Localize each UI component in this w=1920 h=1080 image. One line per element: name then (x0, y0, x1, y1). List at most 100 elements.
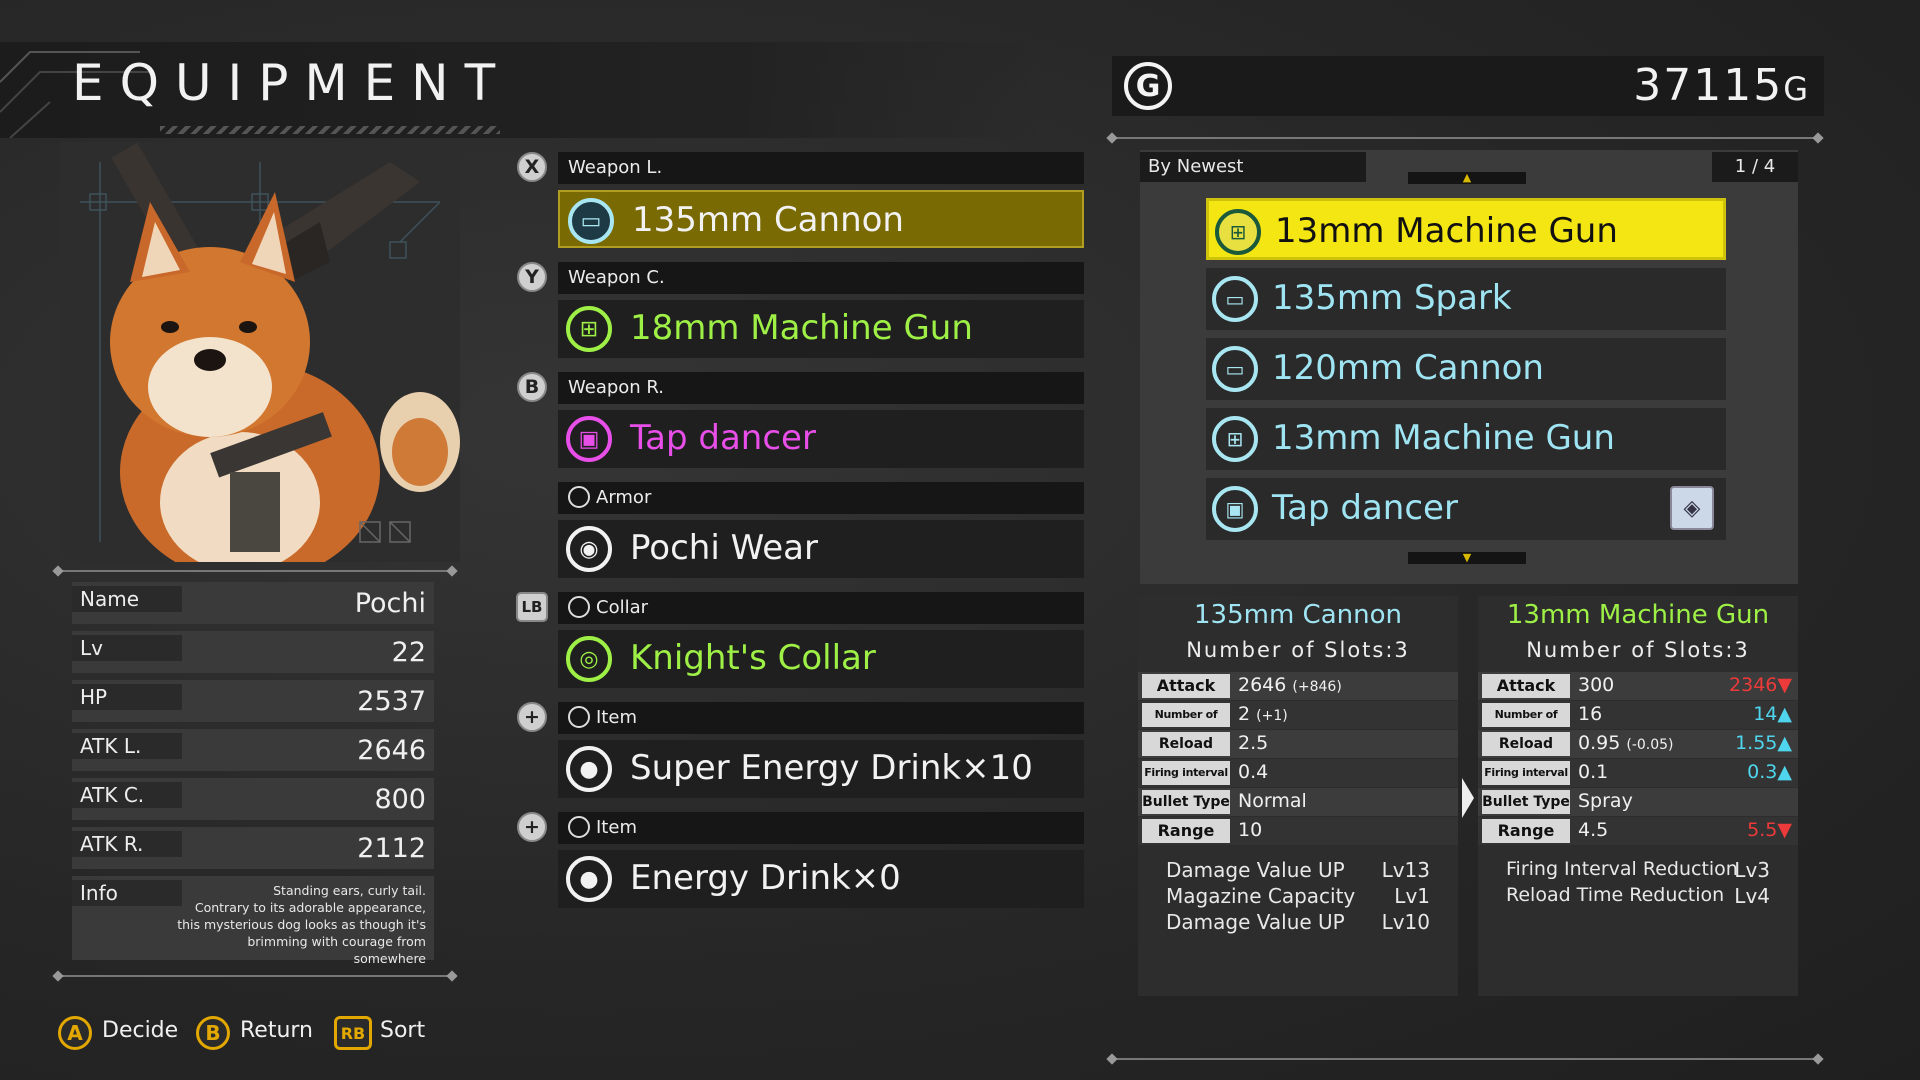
stat-compare-value: 2346 (1729, 674, 1778, 696)
slot-weapon-c[interactable]: ⊞ 18mm Machine Gun (558, 300, 1084, 358)
list-item[interactable]: ▭ 135mm Spark (1206, 268, 1726, 330)
slot-header-item-1: Item (558, 702, 1084, 734)
status-value: 800 (374, 784, 426, 815)
stat-row-firing: Firing interval 0.1 0.3▲ (1478, 759, 1798, 787)
up-arrow-icon: ▲ (1777, 703, 1792, 725)
stat-value: 2646 (+846) (1238, 674, 1342, 696)
skill-name: Magazine Capacity (1166, 884, 1356, 908)
stat-value: 10 (1238, 819, 1263, 841)
status-label: ATK L. (72, 733, 182, 759)
status-row-atk-l: ATK L. 2646 (72, 729, 434, 771)
slot-header-weapon-c: Weapon C. (558, 262, 1084, 294)
stat-value: Spray (1578, 790, 1633, 812)
info-line: Standing ears, curly tail. (273, 883, 426, 898)
skill-name: Firing Interval Reduction (1506, 858, 1738, 880)
stat-row-attack: Attack 300 2346▼ (1478, 672, 1798, 700)
armor-icon: ◉ (566, 526, 612, 572)
compare-slot-count: Number of Slots:3 (1526, 638, 1750, 662)
stat-row-reload: Reload Time 2.5 (1138, 730, 1458, 776)
slot-header-label: Item (596, 817, 637, 838)
list-item[interactable]: ▭ 120mm Cannon (1206, 338, 1726, 400)
slot-header-label: Collar (596, 597, 649, 618)
compare-item-name: 135mm Cannon (1194, 600, 1402, 630)
b-button-icon[interactable]: B (196, 1016, 230, 1050)
status-row-name: Name Pochi (72, 582, 434, 624)
stat-row-bullet-type: Bullet Type Spray (1478, 788, 1798, 816)
return-label[interactable]: Return (240, 1018, 313, 1043)
rb-button-icon[interactable]: RB (334, 1016, 372, 1050)
stat-compare-value: 1.55 (1735, 732, 1778, 754)
scroll-down-icon[interactable]: ▼ (1408, 552, 1526, 564)
gold-coin-icon: G (1124, 62, 1172, 110)
list-item-name: 13mm Machine Gun (1272, 418, 1615, 458)
list-item-name: 120mm Cannon (1272, 348, 1544, 388)
status-value: 2112 (357, 833, 426, 864)
stat-key: Reload Time (1142, 732, 1230, 776)
slot-item-name: Super Energy Drink×10 (630, 748, 1033, 788)
stat-value: 0.4 (1238, 761, 1269, 783)
slot-collar[interactable]: ◎ Knight's Collar (558, 630, 1084, 688)
scroll-up-icon[interactable]: ▲ (1408, 172, 1526, 184)
skill-name: Reload Time Reduction (1506, 884, 1725, 906)
list-item[interactable]: ▣ Tap dancer ◈ (1206, 478, 1726, 540)
stat-value: 4.5 (1578, 819, 1609, 841)
stat-row-range: Range 4.5 5.5▼ (1478, 817, 1798, 845)
stat-value-delta: (+846) (1292, 679, 1342, 695)
info-line: this mysterious dog looks as though it's (177, 917, 426, 932)
gold-value: 37115 (1633, 60, 1784, 111)
stat-compare: 2346▼ (1729, 674, 1792, 696)
slot-weapon-l[interactable]: ▭ 135mm Cannon (558, 190, 1084, 248)
a-button-icon[interactable]: A (58, 1016, 92, 1050)
sort-label-button[interactable]: Sort (380, 1018, 425, 1043)
down-arrow-icon: ▼ (1777, 674, 1792, 696)
compare-arrow-icon (1462, 778, 1474, 818)
slot-item-name: Pochi Wear (630, 528, 818, 568)
armor-small-icon (568, 485, 590, 508)
status-value: Pochi (354, 588, 426, 619)
compare-slot-count: Number of Slots:3 (1186, 638, 1410, 662)
list-item[interactable]: ⊞ 13mm Machine Gun (1206, 198, 1726, 260)
stat-row-range: Range 10 (1138, 817, 1458, 845)
item-icon: ● (566, 746, 612, 792)
stat-key: Range (1142, 819, 1230, 843)
slot-armor[interactable]: ◉ Pochi Wear (558, 520, 1084, 578)
gold-divider (1112, 137, 1818, 139)
machine-gun-icon: ⊞ (1212, 416, 1258, 462)
stat-compare: 0.3▲ (1747, 761, 1792, 783)
tap-dancer-icon: ▣ (1212, 486, 1258, 532)
slot-item-name: Tap dancer (630, 418, 816, 458)
item-small-icon (568, 815, 590, 838)
decide-label[interactable]: Decide (102, 1018, 178, 1043)
stat-value: 300 (1578, 674, 1615, 696)
skill-name: Damage Value UP (1166, 858, 1345, 882)
slot-header-item-2: Item (558, 812, 1084, 844)
stat-row-attack: Attack 2646 (+846) (1138, 672, 1458, 700)
skill-level: Lv4 (1734, 884, 1770, 908)
stat-key: Bullet Type (1482, 790, 1570, 814)
stat-value: 2.5 (1238, 732, 1269, 754)
up-arrow-icon: ▲ (1777, 732, 1792, 754)
stat-compare: 1.55▲ (1735, 732, 1792, 754)
compare-current-panel: 135mm Cannon Number of Slots:3 Attack 26… (1138, 596, 1458, 996)
dpad-icon: + (517, 812, 547, 842)
status-row-atk-r: ATK R. 2112 (72, 827, 434, 869)
status-label: HP (72, 684, 182, 710)
slot-item-name: 18mm Machine Gun (630, 308, 973, 348)
tap-dancer-icon: ▣ (566, 416, 612, 462)
status-label: ATK C. (72, 782, 182, 808)
info-line: Contrary to its adorable appearance, (194, 900, 426, 915)
list-item-name: 13mm Machine Gun (1275, 211, 1618, 251)
sort-label[interactable]: By Newest (1140, 152, 1366, 182)
slot-item-1[interactable]: ● Super Energy Drink×10 (558, 740, 1084, 798)
slot-header-armor: Armor (558, 482, 1084, 514)
slot-header-label: Armor (596, 487, 652, 508)
status-value: 2537 (357, 686, 426, 717)
stat-value: 2 (+1) (1238, 703, 1288, 725)
status-label: Info (72, 880, 182, 906)
list-item[interactable]: ⊞ 13mm Machine Gun (1206, 408, 1726, 470)
info-line: brimming with courage from somewhere (247, 934, 426, 966)
slot-weapon-r[interactable]: ▣ Tap dancer (558, 410, 1084, 468)
stat-value: 0.95 (-0.05) (1578, 732, 1674, 754)
slot-item-2[interactable]: ● Energy Drink×0 (558, 850, 1084, 908)
page-title: EQUIPMENT (72, 54, 512, 112)
